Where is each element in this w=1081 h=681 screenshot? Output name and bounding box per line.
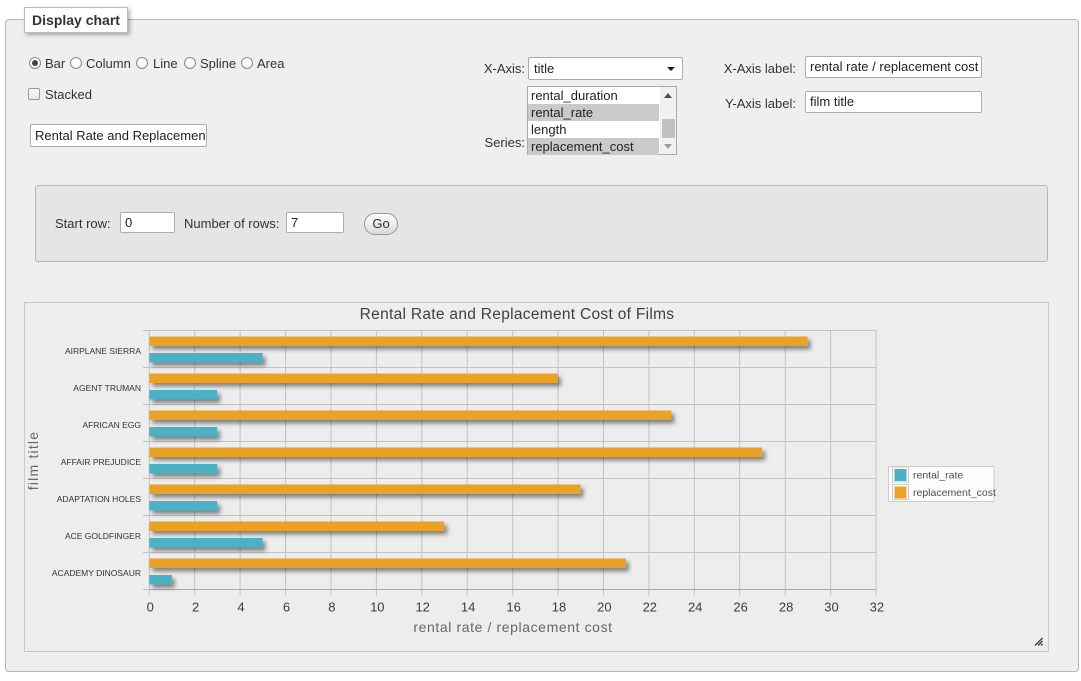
svg-text:AFFAIR PREJUDICE: AFFAIR PREJUDICE bbox=[61, 457, 142, 467]
svg-text:20: 20 bbox=[597, 600, 611, 615]
svg-text:10: 10 bbox=[370, 600, 384, 615]
svg-text:replacement_cost: replacement_cost bbox=[913, 487, 996, 499]
svg-text:AFRICAN EGG: AFRICAN EGG bbox=[82, 420, 141, 430]
svg-text:AGENT TRUMAN: AGENT TRUMAN bbox=[73, 383, 141, 393]
svg-text:film title: film title bbox=[25, 431, 41, 490]
svg-text:2: 2 bbox=[192, 600, 199, 615]
svg-text:rental rate / replacement cost: rental rate / replacement cost bbox=[413, 619, 612, 635]
svg-text:Rental Rate and Replacement Co: Rental Rate and Replacement Cost of Film… bbox=[360, 306, 675, 323]
svg-text:16: 16 bbox=[506, 600, 520, 615]
svg-text:ACADEMY DINOSAUR: ACADEMY DINOSAUR bbox=[52, 568, 141, 578]
svg-text:ACE GOLDFINGER: ACE GOLDFINGER bbox=[65, 531, 141, 541]
svg-text:ADAPTATION HOLES: ADAPTATION HOLES bbox=[57, 494, 142, 504]
svg-text:28: 28 bbox=[779, 600, 793, 615]
svg-text:8: 8 bbox=[328, 600, 335, 615]
svg-text:26: 26 bbox=[733, 600, 747, 615]
svg-text:AIRPLANE SIERRA: AIRPLANE SIERRA bbox=[65, 346, 141, 356]
svg-text:0: 0 bbox=[147, 600, 154, 615]
svg-text:14: 14 bbox=[461, 600, 475, 615]
svg-text:30: 30 bbox=[824, 600, 838, 615]
svg-text:6: 6 bbox=[283, 600, 290, 615]
svg-text:22: 22 bbox=[643, 600, 657, 615]
svg-text:18: 18 bbox=[552, 600, 566, 615]
svg-text:rental_rate: rental_rate bbox=[913, 470, 963, 482]
svg-text:4: 4 bbox=[237, 600, 244, 615]
svg-text:32: 32 bbox=[870, 600, 884, 615]
svg-text:24: 24 bbox=[688, 600, 702, 615]
svg-text:12: 12 bbox=[415, 600, 429, 615]
